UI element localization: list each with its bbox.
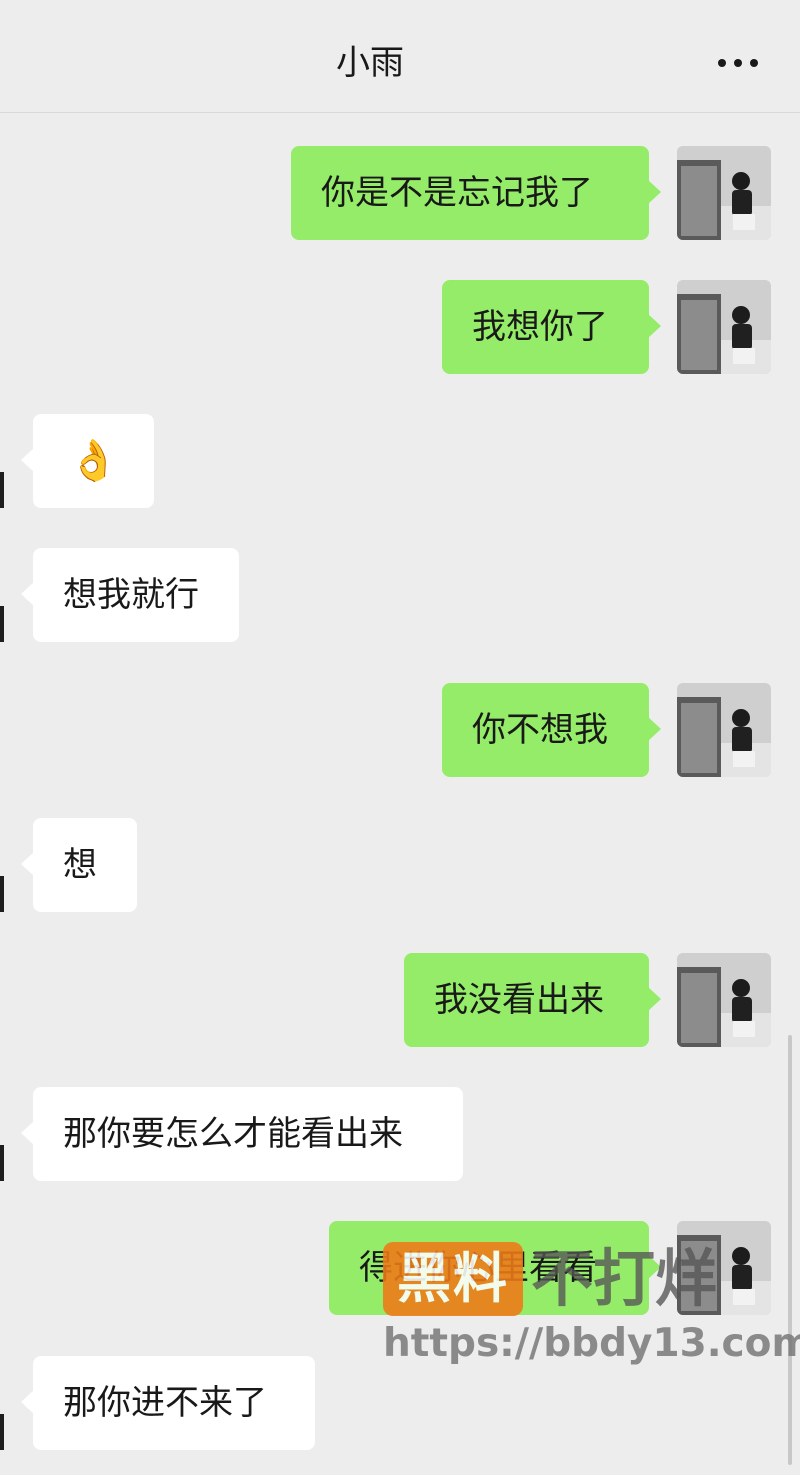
- message-bubble-sent[interactable]: 我想你了: [442, 280, 661, 374]
- message-bubble-received[interactable]: 那你进不来了: [21, 1356, 315, 1450]
- avatar-photo-icon: [677, 683, 771, 777]
- avatar[interactable]: [0, 414, 4, 508]
- avatar-photo-icon: [677, 146, 771, 240]
- message-bubble-received[interactable]: 👌: [21, 414, 154, 508]
- message-bubble-received[interactable]: 想: [21, 818, 137, 912]
- message-row: 想: [0, 818, 800, 912]
- message-bubble-received[interactable]: 想我就行: [21, 548, 239, 642]
- more-dots-icon[interactable]: [718, 56, 758, 70]
- avatar[interactable]: [0, 818, 4, 912]
- message-row: 我没看出来: [0, 953, 800, 1047]
- avatar-photo-icon: [677, 280, 771, 374]
- message-list[interactable]: 你是不是忘记我了 我想你了 👌 想我就行 你不想我 想 我没看出来 那你要怎么才…: [0, 113, 800, 1475]
- avatar[interactable]: [677, 953, 771, 1047]
- message-row: 我想你了: [0, 280, 800, 374]
- avatar[interactable]: [677, 683, 771, 777]
- message-bubble-sent[interactable]: 你是不是忘记我了: [291, 146, 661, 240]
- message-row: 想我就行: [0, 548, 800, 642]
- message-row: 你不想我: [0, 683, 800, 777]
- avatar[interactable]: [0, 1356, 4, 1450]
- chat-header: 小雨: [0, 0, 800, 113]
- message-row: 👌: [0, 414, 800, 508]
- avatar[interactable]: [677, 1221, 771, 1315]
- message-row: 那你进不来了: [0, 1356, 800, 1450]
- avatar[interactable]: [0, 1087, 4, 1181]
- avatar-photo-icon: [677, 1221, 771, 1315]
- scrollbar[interactable]: [788, 1035, 792, 1465]
- message-row: 那你要怎么才能看出来: [0, 1087, 800, 1181]
- message-bubble-sent[interactable]: 得进你心里看看: [329, 1221, 661, 1315]
- avatar[interactable]: [0, 548, 4, 642]
- avatar[interactable]: [677, 280, 771, 374]
- message-row: 你是不是忘记我了: [0, 146, 800, 240]
- avatar[interactable]: [677, 146, 771, 240]
- avatar-photo-icon: [677, 953, 771, 1047]
- chat-title: 小雨: [336, 43, 404, 83]
- message-bubble-sent[interactable]: 你不想我: [442, 683, 661, 777]
- message-bubble-sent[interactable]: 我没看出来: [404, 953, 661, 1047]
- message-row: 得进你心里看看: [0, 1221, 800, 1315]
- message-bubble-received[interactable]: 那你要怎么才能看出来: [21, 1087, 463, 1181]
